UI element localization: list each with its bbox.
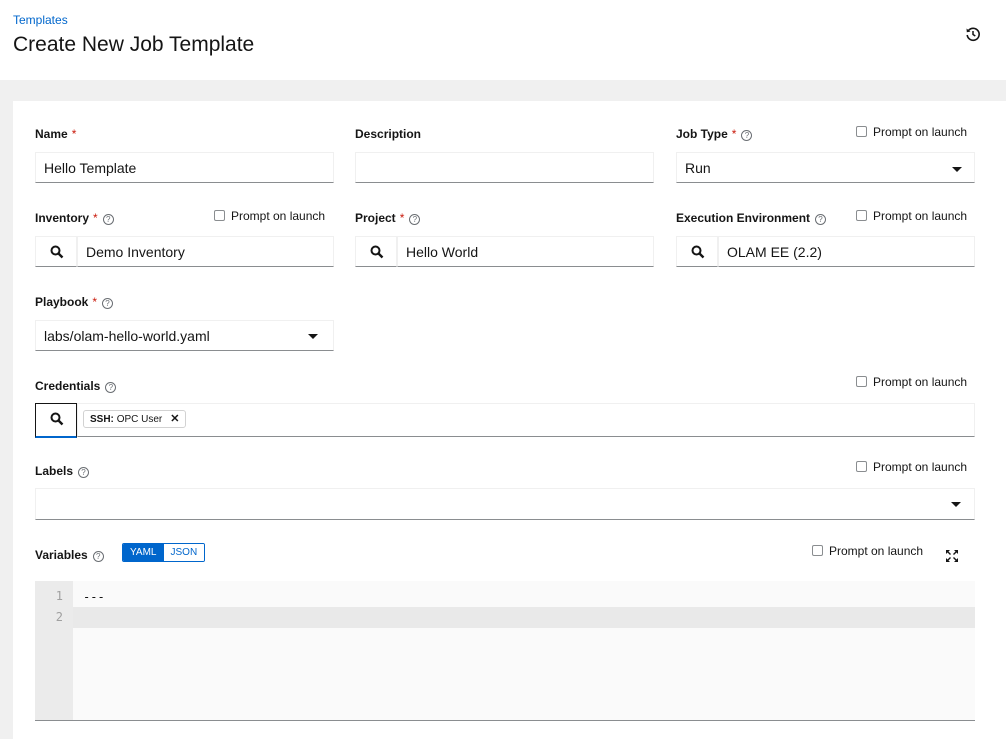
execution-environment-prompt-on-launch[interactable]: Prompt on launch [856,209,967,223]
search-icon [50,412,64,426]
close-icon[interactable]: ✕ [170,413,179,425]
inventory-lookup-button[interactable] [35,236,77,267]
execution-environment-field[interactable]: OLAM EE (2.2) [718,236,975,267]
variables-label: Variables? [35,548,104,562]
help-icon[interactable]: ? [815,214,827,225]
active-line-highlight [35,607,975,628]
expand-icon[interactable] [945,549,959,563]
project-field[interactable]: Hello World [397,236,654,267]
caret-down-icon [951,502,961,507]
yaml-toggle-button[interactable]: YAML [123,544,164,561]
description-field[interactable] [355,152,654,183]
help-icon[interactable]: ? [102,214,114,225]
search-icon [691,245,705,259]
credentials-field[interactable]: SSH: OPC User ✕ [77,403,975,437]
checkbox-icon[interactable] [856,210,867,221]
breadcrumb-templates-link[interactable]: Templates [13,13,68,27]
credentials-prompt-on-launch[interactable]: Prompt on launch [856,375,967,389]
execution-environment-lookup-button[interactable] [676,236,718,267]
checkbox-icon[interactable] [214,210,225,221]
page-header: Templates Create New Job Template [0,0,1006,80]
checkbox-icon[interactable] [812,545,823,556]
help-icon[interactable]: ? [102,298,114,309]
help-icon[interactable]: ? [105,382,117,393]
job-type-select[interactable]: Run [676,152,975,183]
help-icon[interactable]: ? [409,214,421,225]
help-icon[interactable]: ? [92,551,104,562]
history-icon[interactable] [965,26,983,44]
caret-down-icon [952,167,962,172]
labels-label: Labels? [35,464,90,478]
line-number: 1 [55,589,63,603]
labels-select[interactable] [35,488,975,520]
checkbox-icon[interactable] [856,376,867,387]
project-lookup-button[interactable] [355,236,397,267]
variables-mode-toggle: YAML JSON [122,543,206,562]
search-icon [50,245,64,259]
job-template-form: Name * Hello Template Description Job Typ… [13,101,1006,739]
credentials-lookup-button[interactable] [35,403,77,438]
job-type-label: Job Type *? [676,127,753,141]
credentials-label: Credentials? [35,379,117,393]
inventory-label: Inventory *? [35,211,114,225]
inventory-field[interactable]: Demo Inventory [77,236,334,267]
project-label: Project *? [355,211,421,225]
code-line: --- [83,590,105,604]
search-icon [370,245,384,259]
job-type-prompt-on-launch[interactable]: Prompt on launch [856,125,967,139]
checkbox-icon[interactable] [856,126,867,137]
inventory-prompt-on-launch[interactable]: Prompt on launch [214,209,325,223]
labels-prompt-on-launch[interactable]: Prompt on launch [856,460,967,474]
page-title: Create New Job Template [13,33,255,56]
variables-code-editor[interactable]: 1 2 --- [35,581,975,721]
caret-down-icon [308,334,318,339]
variables-prompt-on-launch[interactable]: Prompt on launch [812,544,923,558]
help-icon[interactable]: ? [741,130,753,141]
execution-environment-label: Execution Environment? [676,211,827,225]
name-label: Name * [35,127,77,141]
checkbox-icon[interactable] [856,461,867,472]
playbook-label: Playbook *? [35,295,114,309]
description-label: Description [355,127,422,141]
playbook-select[interactable]: labs/olam-hello-world.yaml [35,320,334,351]
name-field[interactable]: Hello Template [35,152,334,183]
line-number-gutter: 1 2 [35,581,73,720]
json-toggle-button[interactable]: JSON [163,544,205,561]
line-number: 2 [55,610,63,624]
credential-chip: SSH: OPC User ✕ [83,410,187,428]
help-icon[interactable]: ? [78,467,90,478]
